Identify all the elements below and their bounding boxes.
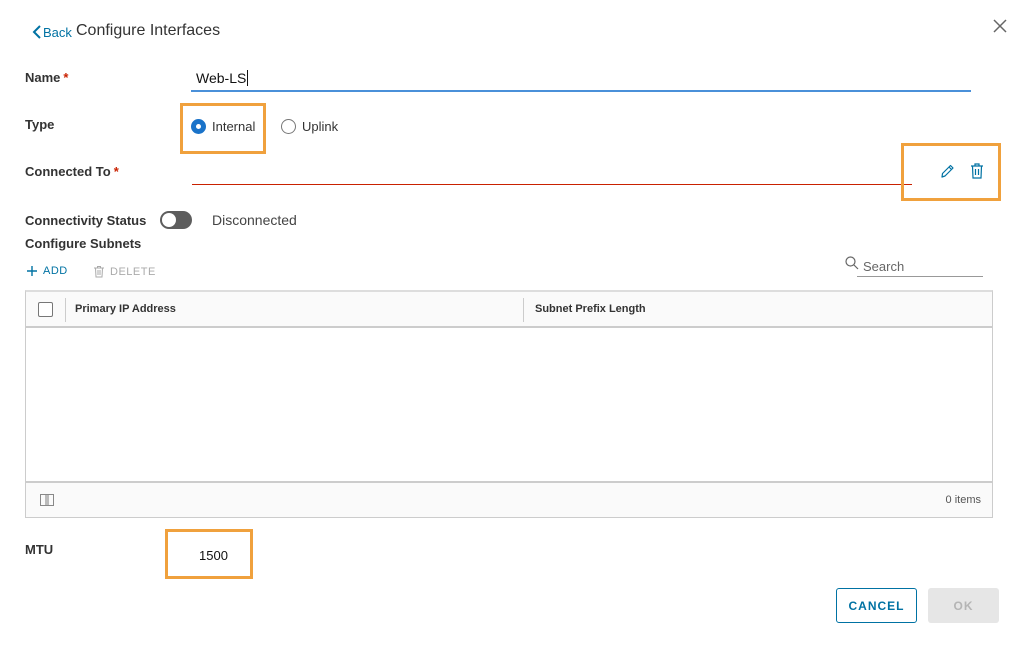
- column-header-primary-ip[interactable]: Primary IP Address: [75, 303, 176, 315]
- close-icon[interactable]: [990, 16, 1010, 36]
- connected-to-error-underline: [192, 184, 912, 185]
- text-caret: [247, 70, 249, 86]
- radio-internal-label: Internal: [212, 119, 256, 135]
- datagrid-header: Primary IP Address Subnet Prefix Length: [26, 292, 992, 328]
- connected-to-label: Connected To *: [25, 164, 119, 179]
- radio-internal[interactable]: Internal: [191, 118, 255, 136]
- dialog-title: Configure Interfaces: [76, 22, 221, 39]
- back-label: Back: [43, 24, 72, 40]
- configure-subnets-title: Configure Subnets: [25, 236, 142, 251]
- select-all-checkbox[interactable]: [38, 302, 53, 317]
- radio-selected-icon: [191, 119, 206, 135]
- type-label: Type: [25, 117, 55, 132]
- connected-to-label-text: Connected To: [25, 164, 111, 179]
- name-label-text: Name: [25, 70, 61, 85]
- add-label: ADD: [43, 265, 68, 277]
- mtu-input[interactable]: 1500: [165, 529, 253, 579]
- radio-unselected-icon: [281, 119, 296, 135]
- search-input[interactable]: [857, 256, 983, 277]
- name-label: Name *: [25, 70, 68, 85]
- mtu-value: 1500: [199, 548, 228, 563]
- trash-icon[interactable]: [969, 162, 985, 180]
- required-mark: *: [63, 70, 69, 85]
- column-header-subnet-prefix[interactable]: Subnet Prefix Length: [535, 303, 646, 315]
- delete-label: DELETE: [110, 265, 156, 278]
- required-mark: *: [113, 164, 119, 179]
- subnets-datagrid: Primary IP Address Subnet Prefix Length …: [25, 290, 993, 518]
- mtu-label: MTU: [25, 542, 54, 557]
- chevron-left-icon: [32, 25, 41, 39]
- radio-uplink[interactable]: Uplink: [281, 118, 338, 136]
- trash-icon: [94, 266, 104, 278]
- datagrid-footer: 0 items: [26, 481, 992, 517]
- connected-to-field[interactable]: [192, 162, 912, 184]
- column-divider: [523, 298, 524, 322]
- name-input-value: Web-LS: [196, 70, 247, 86]
- name-input[interactable]: Web-LS: [191, 66, 971, 92]
- item-count: 0 items: [945, 494, 981, 506]
- pencil-icon[interactable]: [939, 162, 955, 180]
- plus-icon: [27, 266, 37, 276]
- connectivity-status-label: Connectivity Status: [25, 213, 147, 228]
- connectivity-toggle[interactable]: [160, 211, 192, 229]
- add-button[interactable]: ADD: [26, 265, 68, 277]
- connectivity-status-value: Disconnected: [212, 212, 297, 228]
- radio-uplink-label: Uplink: [302, 119, 339, 135]
- cancel-button[interactable]: CANCEL: [836, 588, 917, 623]
- column-divider: [65, 298, 66, 322]
- column-toggle-icon[interactable]: [40, 494, 54, 509]
- delete-button[interactable]: DELETE: [93, 265, 156, 278]
- back-link[interactable]: Back: [32, 24, 72, 40]
- ok-button[interactable]: OK: [928, 588, 999, 623]
